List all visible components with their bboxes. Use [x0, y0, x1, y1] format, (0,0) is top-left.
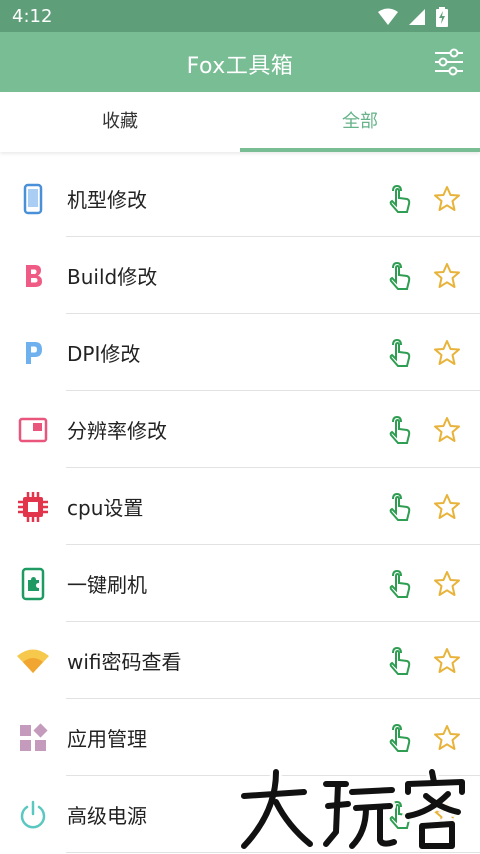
battery-icon: [436, 7, 448, 27]
cpu-chip-icon: [18, 492, 48, 522]
wifi-icon: [17, 649, 49, 673]
app-bar: Fox工具箱: [0, 32, 480, 92]
star-outline-icon[interactable]: [432, 723, 462, 753]
item-label: cpu设置: [67, 496, 144, 520]
tab-favorites[interactable]: 收藏: [0, 92, 240, 152]
list-item[interactable]: Build修改: [0, 237, 480, 314]
item-label: 一键刷机: [67, 573, 147, 597]
system-indicators: [378, 7, 448, 27]
status-bar: 4:12: [0, 0, 480, 32]
tap-gesture-icon[interactable]: [386, 338, 414, 368]
star-outline-icon[interactable]: [432, 569, 462, 599]
tap-gesture-icon[interactable]: [386, 723, 414, 753]
star-outline-icon[interactable]: [432, 184, 462, 214]
star-outline-icon[interactable]: [432, 261, 462, 291]
tap-gesture-icon[interactable]: [386, 492, 414, 522]
tool-list: 机型修改 Build修改 DPI修改 分辨率修改 cpu设置 一键刷机 wifi…: [0, 160, 480, 853]
wifi-signal-icon: [378, 8, 398, 25]
list-item[interactable]: wifi密码查看: [0, 622, 480, 699]
item-label: 分辨率修改: [67, 419, 167, 443]
tab-all[interactable]: 全部: [240, 92, 480, 152]
item-label: 机型修改: [67, 188, 147, 212]
screen-window-icon: [18, 417, 48, 443]
list-item[interactable]: 机型修改: [0, 160, 480, 237]
letter-b-icon: [26, 265, 42, 287]
power-icon: [20, 800, 46, 829]
item-label: 高级电源: [67, 804, 147, 828]
list-item[interactable]: 一键刷机: [0, 545, 480, 622]
phone-icon: [23, 183, 43, 215]
item-label: 应用管理: [67, 727, 147, 751]
star-outline-icon[interactable]: [432, 338, 462, 368]
tab-bar: 收藏 全部: [0, 92, 480, 152]
list-item[interactable]: 分辨率修改: [0, 391, 480, 468]
tap-gesture-icon[interactable]: [386, 569, 414, 599]
star-outline-icon[interactable]: [432, 415, 462, 445]
apps-grid-icon: [20, 723, 48, 751]
cell-signal-icon: [409, 9, 425, 25]
app-title: Fox工具箱: [186, 54, 294, 79]
tap-gesture-icon[interactable]: [386, 261, 414, 291]
item-label: DPI修改: [67, 342, 141, 366]
item-label: wifi密码查看: [67, 650, 182, 674]
tap-gesture-icon[interactable]: [386, 415, 414, 445]
status-time: 4:12: [12, 6, 53, 27]
filter-settings-icon[interactable]: [434, 48, 464, 76]
star-outline-icon[interactable]: [432, 646, 462, 676]
watermark-logo: [238, 766, 468, 852]
star-outline-icon[interactable]: [432, 492, 462, 522]
list-item[interactable]: cpu设置: [0, 468, 480, 545]
list-item[interactable]: DPI修改: [0, 314, 480, 391]
letter-p-icon: [26, 342, 42, 364]
tap-gesture-icon[interactable]: [386, 184, 414, 214]
phone-puzzle-icon: [21, 567, 45, 601]
tap-gesture-icon[interactable]: [386, 646, 414, 676]
item-label: Build修改: [67, 265, 158, 289]
